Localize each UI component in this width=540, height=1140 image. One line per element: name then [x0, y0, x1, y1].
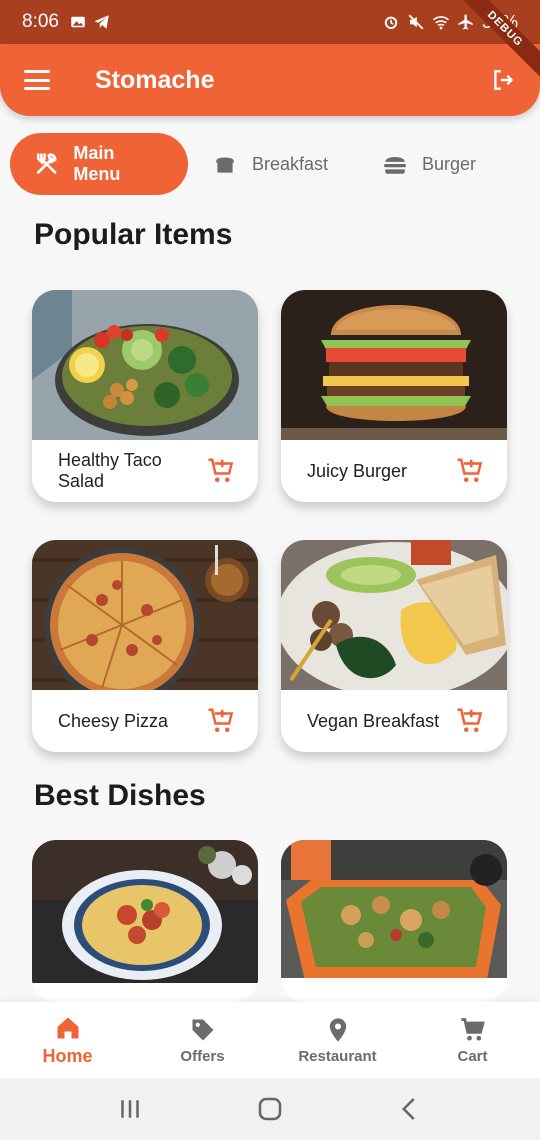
food-image — [32, 290, 258, 440]
best-dishes-title: Best Dishes — [34, 779, 206, 812]
add-to-cart-icon[interactable] — [206, 456, 236, 486]
add-to-cart-icon[interactable] — [455, 706, 485, 736]
status-bar: 8:06 30% — [0, 0, 540, 44]
status-time: 8:06 — [22, 11, 59, 32]
burger-icon — [384, 156, 406, 174]
restaurant-icon — [36, 153, 57, 174]
back-icon[interactable] — [395, 1094, 425, 1124]
food-image — [281, 540, 507, 690]
nav-label: Home — [42, 1045, 93, 1066]
tab-label: Burger — [422, 153, 477, 174]
nav-restaurant[interactable]: Restaurant — [270, 1002, 405, 1078]
food-image — [281, 840, 507, 978]
popular-item-card[interactable]: Cheesy Pizza — [32, 540, 258, 752]
app-bar: Stomache — [0, 44, 540, 116]
system-navigation-bar — [0, 1078, 540, 1140]
tab-breakfast[interactable]: Breakfast — [188, 133, 358, 195]
tab-label: Breakfast — [252, 153, 329, 174]
logout-icon[interactable] — [490, 67, 516, 93]
popular-item-card[interactable]: Vegan Breakfast — [281, 540, 507, 752]
nav-label: Cart — [457, 1047, 488, 1065]
airplane-icon — [458, 14, 473, 30]
location-pin-icon — [329, 1017, 346, 1042]
tab-burger[interactable]: Burger — [358, 133, 500, 195]
bottom-navigation: Home Offers Restaurant Cart — [0, 1002, 540, 1078]
tab-main-menu[interactable]: Main Menu — [10, 133, 188, 195]
popular-item-card[interactable]: Juicy Burger — [281, 290, 507, 502]
bread-icon — [216, 157, 234, 173]
mute-icon — [408, 14, 424, 30]
category-tabs: Main Menu Breakfast Burger — [10, 132, 530, 196]
item-name: Vegan Breakfast — [307, 710, 440, 731]
food-image — [32, 840, 258, 983]
home-icon — [57, 1017, 78, 1038]
add-to-cart-icon[interactable] — [455, 456, 485, 486]
popular-items-title: Popular Items — [34, 218, 233, 251]
food-image — [32, 540, 258, 690]
alarm-icon — [384, 16, 398, 29]
recent-apps-icon[interactable] — [115, 1094, 145, 1124]
telegram-icon — [94, 15, 109, 29]
wifi-icon — [432, 16, 449, 30]
item-name: Healthy Taco Salad — [58, 450, 162, 491]
nav-cart[interactable]: Cart — [405, 1002, 540, 1078]
cart-icon — [460, 1017, 485, 1040]
gallery-notification-icon — [71, 16, 85, 28]
app-title: Stomache — [95, 65, 215, 94]
food-image — [281, 290, 507, 440]
nav-home[interactable]: Home — [0, 1002, 135, 1078]
hamburger-menu-icon[interactable] — [24, 70, 50, 90]
best-dish-card[interactable] — [32, 840, 258, 1002]
nav-offers[interactable]: Offers — [135, 1002, 270, 1078]
tab-label: Main Menu — [73, 143, 121, 184]
nav-label: Restaurant — [298, 1047, 377, 1065]
item-name: Cheesy Pizza — [58, 710, 169, 731]
popular-item-card[interactable]: Healthy Taco Salad — [32, 290, 258, 502]
home-button-icon[interactable] — [255, 1094, 285, 1124]
battery-level: 30% — [481, 11, 518, 32]
best-dish-card[interactable] — [281, 840, 507, 1002]
add-to-cart-icon[interactable] — [206, 706, 236, 736]
tag-icon — [192, 1019, 213, 1040]
nav-label: Offers — [180, 1047, 225, 1065]
item-name: Juicy Burger — [307, 460, 408, 481]
